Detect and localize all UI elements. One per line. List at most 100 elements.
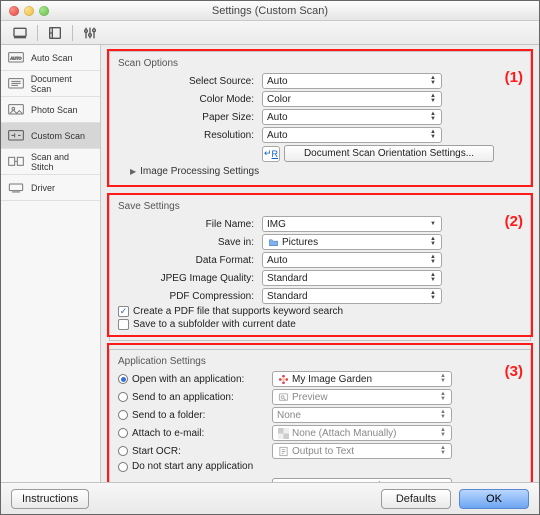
paper-size-label: Paper Size: bbox=[118, 112, 258, 123]
chevron-updown-icon: ▲▼ bbox=[437, 390, 449, 404]
checkbox-icon bbox=[118, 306, 129, 317]
sidebar-item-auto-scan[interactable]: AUTO Auto Scan bbox=[1, 45, 100, 71]
save-settings-title: Save Settings bbox=[118, 201, 522, 212]
toolbar-separator bbox=[72, 25, 73, 41]
send-to-app-dropdown[interactable]: Preview ▲▼ bbox=[272, 389, 452, 405]
select-source-label: Select Source: bbox=[118, 76, 258, 87]
sidebar-item-label: Driver bbox=[31, 183, 55, 193]
save-in-label: Save in: bbox=[118, 237, 258, 248]
sidebar-item-photo-scan[interactable]: Photo Scan bbox=[1, 97, 100, 123]
subfolder-date-checkbox[interactable]: Save to a subfolder with current date bbox=[118, 319, 522, 330]
file-name-label: File Name: bbox=[118, 219, 258, 230]
orientation-reset-icon[interactable]: ↵R bbox=[262, 146, 280, 162]
scan-from-computer-icon[interactable] bbox=[11, 24, 29, 42]
chevron-updown-icon: ▲▼ bbox=[427, 289, 439, 303]
save-settings-group: Save Settings File Name: IMG ▼ Save in: … bbox=[109, 194, 531, 341]
toolbar-separator bbox=[37, 25, 38, 41]
sidebar-item-label: Scan and Stitch bbox=[31, 152, 94, 172]
triangle-right-icon: ▶ bbox=[130, 167, 136, 176]
main-panel: Scan Options Select Source: Auto ▲▼ Colo… bbox=[101, 45, 539, 482]
scan-from-panel-icon[interactable] bbox=[46, 24, 64, 42]
color-mode-dropdown[interactable]: Color ▲▼ bbox=[262, 91, 442, 107]
attach-email-label: Attach to e-mail: bbox=[132, 428, 204, 439]
sidebar: AUTO Auto Scan Document Scan Photo Scan bbox=[1, 45, 101, 482]
stitch-icon bbox=[7, 155, 25, 169]
sidebar-item-custom-scan[interactable]: Custom Scan bbox=[1, 123, 100, 149]
no-application-label: Do not start any application bbox=[132, 461, 253, 472]
sidebar-item-driver[interactable]: Driver bbox=[1, 175, 100, 201]
select-source-dropdown[interactable]: Auto ▲▼ bbox=[262, 73, 442, 89]
resolution-dropdown[interactable]: Auto ▲▼ bbox=[262, 127, 442, 143]
send-to-folder-label: Send to a folder: bbox=[132, 410, 205, 421]
ok-button[interactable]: OK bbox=[459, 489, 529, 509]
annotation-label-3: (3) bbox=[505, 363, 523, 380]
defaults-button[interactable]: Defaults bbox=[381, 489, 451, 509]
orientation-settings-button[interactable]: Document Scan Orientation Settings... bbox=[284, 145, 494, 162]
instructions-button[interactable]: Instructions bbox=[11, 489, 89, 509]
checkbox-icon bbox=[118, 319, 129, 330]
attach-email-radio[interactable] bbox=[118, 428, 128, 438]
open-with-radio[interactable] bbox=[118, 374, 128, 384]
pdf-keyword-checkbox[interactable]: Create a PDF file that supports keyword … bbox=[118, 306, 522, 317]
jpeg-quality-label: JPEG Image Quality: bbox=[118, 273, 258, 284]
no-application-radio[interactable] bbox=[118, 462, 128, 472]
sidebar-item-scan-and-stitch[interactable]: Scan and Stitch bbox=[1, 149, 100, 175]
chevron-updown-icon: ▲▼ bbox=[437, 426, 449, 440]
annotation-label-1: (1) bbox=[505, 69, 523, 86]
annotation-label-2: (2) bbox=[505, 213, 523, 230]
start-ocr-dropdown[interactable]: Output to Text ▲▼ bbox=[272, 443, 452, 459]
window-title: Settings (Custom Scan) bbox=[1, 5, 539, 17]
send-to-app-label: Send to an application: bbox=[132, 392, 234, 403]
chevron-updown-icon: ▲▼ bbox=[427, 235, 439, 249]
chevron-down-icon: ▼ bbox=[427, 217, 439, 231]
driver-icon bbox=[7, 181, 25, 195]
attach-email-dropdown[interactable]: None (Attach Manually) ▲▼ bbox=[272, 425, 452, 441]
chevron-updown-icon: ▲▼ bbox=[437, 372, 449, 386]
preview-icon bbox=[277, 391, 289, 403]
chevron-updown-icon: ▲▼ bbox=[427, 271, 439, 285]
application-settings-group: Application Settings Open with an applic… bbox=[109, 349, 531, 482]
send-to-app-radio[interactable] bbox=[118, 392, 128, 402]
scan-options-title: Scan Options bbox=[118, 58, 522, 69]
send-to-folder-radio[interactable] bbox=[118, 410, 128, 420]
jpeg-quality-dropdown[interactable]: Standard ▲▼ bbox=[262, 270, 442, 286]
document-scan-icon bbox=[7, 77, 25, 91]
start-ocr-label: Start OCR: bbox=[132, 446, 181, 457]
app-garden-icon bbox=[277, 373, 289, 385]
application-settings-title: Application Settings bbox=[118, 356, 522, 367]
chevron-updown-icon: ▲▼ bbox=[427, 128, 439, 142]
general-settings-icon[interactable] bbox=[81, 24, 99, 42]
photo-scan-icon bbox=[7, 103, 25, 117]
titlebar: Settings (Custom Scan) bbox=[1, 1, 539, 21]
chevron-updown-icon: ▲▼ bbox=[427, 253, 439, 267]
chevron-updown-icon: ▲▼ bbox=[427, 110, 439, 124]
data-format-label: Data Format: bbox=[118, 255, 258, 266]
send-to-folder-dropdown[interactable]: None ▲▼ bbox=[272, 407, 452, 423]
paper-size-dropdown[interactable]: Auto ▲▼ bbox=[262, 109, 442, 125]
none-icon bbox=[277, 427, 289, 439]
toolbar bbox=[1, 21, 539, 45]
sidebar-item-document-scan[interactable]: Document Scan bbox=[1, 71, 100, 97]
open-with-dropdown[interactable]: My Image Garden ▲▼ bbox=[272, 371, 452, 387]
scan-options-group: Scan Options Select Source: Auto ▲▼ Colo… bbox=[109, 51, 531, 186]
open-with-label: Open with an application: bbox=[132, 374, 244, 385]
pdf-compression-label: PDF Compression: bbox=[118, 291, 258, 302]
data-format-dropdown[interactable]: Auto ▲▼ bbox=[262, 252, 442, 268]
chevron-updown-icon: ▲▼ bbox=[437, 444, 449, 458]
start-ocr-radio[interactable] bbox=[118, 446, 128, 456]
save-in-dropdown[interactable]: Pictures ▲▼ bbox=[262, 234, 442, 250]
sidebar-item-label: Custom Scan bbox=[31, 131, 85, 141]
footer: Instructions Defaults OK bbox=[1, 482, 539, 514]
color-mode-label: Color Mode: bbox=[118, 94, 258, 105]
custom-scan-icon bbox=[7, 129, 25, 143]
image-processing-disclosure[interactable]: ▶ Image Processing Settings bbox=[130, 166, 522, 177]
chevron-updown-icon: ▲▼ bbox=[437, 408, 449, 422]
svg-text:AUTO: AUTO bbox=[10, 55, 21, 60]
sidebar-item-label: Photo Scan bbox=[31, 105, 78, 115]
chevron-updown-icon: ▲▼ bbox=[427, 92, 439, 106]
chevron-updown-icon: ▲▼ bbox=[427, 74, 439, 88]
file-name-combobox[interactable]: IMG ▼ bbox=[262, 216, 442, 232]
more-functions-button[interactable]: More Functions bbox=[272, 478, 452, 482]
pdf-compression-dropdown[interactable]: Standard ▲▼ bbox=[262, 288, 442, 304]
resolution-label: Resolution: bbox=[118, 130, 258, 141]
